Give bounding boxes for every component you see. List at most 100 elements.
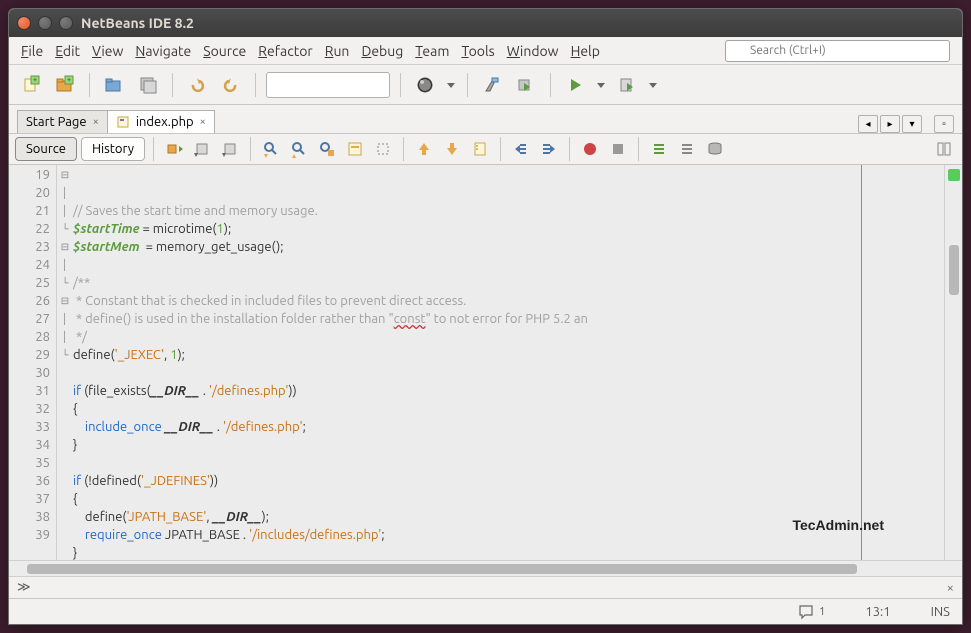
menu-source[interactable]: Source [197, 39, 252, 63]
open-button[interactable] [100, 71, 128, 99]
statusbar: 1 13:1 INS [9, 598, 962, 624]
tab-label: Start Page [26, 115, 87, 129]
tab-next-button[interactable]: ▸ [880, 115, 900, 133]
shift-left-button[interactable] [509, 137, 533, 161]
code-line[interactable]: // Saves the start time and memory usage… [73, 202, 944, 220]
code-line[interactable]: { [73, 490, 944, 508]
search-input[interactable] [725, 40, 950, 62]
db-button[interactable] [703, 137, 727, 161]
tab-prev-button[interactable]: ◂ [858, 115, 878, 133]
build-dropdown[interactable] [445, 71, 457, 99]
cursor-position[interactable]: 13:1 [865, 605, 890, 619]
menu-debug[interactable]: Debug [355, 39, 409, 63]
tab-close-icon[interactable]: × [200, 116, 206, 128]
menu-window[interactable]: Window [501, 39, 565, 63]
nav-back-button[interactable] [162, 137, 186, 161]
window-title: NetBeans IDE 8.2 [81, 15, 194, 31]
macro-record-button[interactable] [578, 137, 602, 161]
code-line[interactable]: { [73, 400, 944, 418]
clean-build-button[interactable] [478, 71, 506, 99]
undo-button[interactable] [183, 71, 211, 99]
toggle-bookmark-button[interactable] [371, 137, 395, 161]
highlight-button[interactable] [343, 137, 367, 161]
code-line[interactable] [73, 256, 944, 274]
code-line[interactable]: */ [73, 328, 944, 346]
prev-bookmark-button[interactable] [412, 137, 436, 161]
insert-mode[interactable]: INS [931, 605, 950, 619]
new-project-button[interactable]: + [51, 71, 79, 99]
line-gutter[interactable]: 1920212223242526272829303132333435363738… [9, 165, 57, 560]
find-prev-button[interactable] [259, 137, 283, 161]
split-button[interactable] [932, 137, 956, 161]
nav-fwd-button[interactable] [190, 137, 214, 161]
menu-file[interactable]: File [15, 39, 49, 63]
code-line[interactable]: $startTime = microtime(1); [73, 220, 944, 238]
save-all-button[interactable] [134, 71, 162, 99]
menu-edit[interactable]: Edit [49, 39, 86, 63]
editor-tabs: Start Page×index.php× ◂ ▸ ▾ ▫ [9, 105, 962, 133]
code-line[interactable]: define('_JEXEC', 1); [73, 346, 944, 364]
code-line[interactable] [73, 364, 944, 382]
vertical-scrollbar[interactable] [944, 165, 962, 560]
tab-list-button[interactable]: ▾ [902, 115, 922, 133]
menu-view[interactable]: View [86, 39, 129, 63]
bookmark-list-button[interactable] [468, 137, 492, 161]
build-button[interactable] [411, 71, 439, 99]
hscroll-thumb[interactable] [27, 564, 857, 574]
menu-tools[interactable]: Tools [455, 39, 500, 63]
code-line[interactable]: * Constant that is checked in included f… [73, 292, 944, 310]
scroll-thumb[interactable] [949, 245, 959, 295]
run-tests-button[interactable] [512, 71, 540, 99]
code-line[interactable] [73, 454, 944, 472]
debug-button[interactable] [613, 71, 641, 99]
code-line[interactable]: } [73, 544, 944, 560]
horizontal-scrollbar[interactable] [9, 560, 962, 576]
margin-line [861, 165, 862, 560]
comment-button[interactable] [647, 137, 671, 161]
code-line[interactable]: } [73, 436, 944, 454]
tab-start-page[interactable]: Start Page × [17, 110, 108, 133]
svg-text:+: + [67, 75, 72, 84]
menu-refactor[interactable]: Refactor [252, 39, 318, 63]
config-dropdown[interactable] [266, 72, 390, 98]
code-line[interactable]: * define() is used in the installation f… [73, 310, 944, 328]
nav-select-button[interactable] [218, 137, 242, 161]
code-line[interactable]: /** [73, 274, 944, 292]
titlebar: NetBeans IDE 8.2 [9, 9, 962, 37]
menu-run[interactable]: Run [319, 39, 356, 63]
tab-close-icon[interactable]: × [93, 116, 99, 128]
code-line[interactable]: include_once __DIR__ . '/defines.php'; [73, 418, 944, 436]
tab-index-php[interactable]: index.php× [107, 110, 215, 133]
menu-help[interactable]: Help [565, 39, 606, 63]
code-line[interactable]: if (file_exists(__DIR__ . '/defines.php'… [73, 382, 944, 400]
breadcrumb-close-button[interactable]: × [947, 581, 954, 595]
minimize-icon[interactable] [38, 16, 52, 30]
search-container [725, 40, 950, 62]
source-view-button[interactable]: Source [15, 137, 77, 161]
menu-navigate[interactable]: Navigate [129, 39, 197, 63]
history-view-button[interactable]: History [81, 137, 145, 161]
uncomment-button[interactable] [675, 137, 699, 161]
close-icon[interactable] [17, 16, 31, 30]
notifications-button[interactable]: 1 [797, 603, 825, 621]
breadcrumb-icon[interactable]: ≫ [17, 580, 31, 595]
find-next-button[interactable] [287, 137, 311, 161]
tab-maximize-button[interactable]: ▫ [934, 115, 954, 133]
run-button[interactable] [561, 71, 589, 99]
editor-area: 1920212223242526272829303132333435363738… [9, 165, 962, 560]
code-line[interactable]: $startMem = memory_get_usage(); [73, 238, 944, 256]
code-area[interactable]: // Saves the start time and memory usage… [73, 165, 944, 560]
debug-dropdown[interactable] [647, 71, 659, 99]
redo-button[interactable] [217, 71, 245, 99]
code-line[interactable]: if (!defined('_JDEFINES')) [73, 472, 944, 490]
find-selection-button[interactable] [315, 137, 339, 161]
maximize-icon[interactable] [59, 16, 73, 30]
menu-team[interactable]: Team [409, 39, 455, 63]
fold-column[interactable]: ⊟││└⊟│└⊟││└ [57, 165, 73, 560]
run-dropdown[interactable] [595, 71, 607, 99]
watermark: TecAdmin.net [792, 516, 884, 534]
shift-right-button[interactable] [537, 137, 561, 161]
next-bookmark-button[interactable] [440, 137, 464, 161]
new-file-button[interactable]: + [17, 71, 45, 99]
macro-stop-button[interactable] [606, 137, 630, 161]
